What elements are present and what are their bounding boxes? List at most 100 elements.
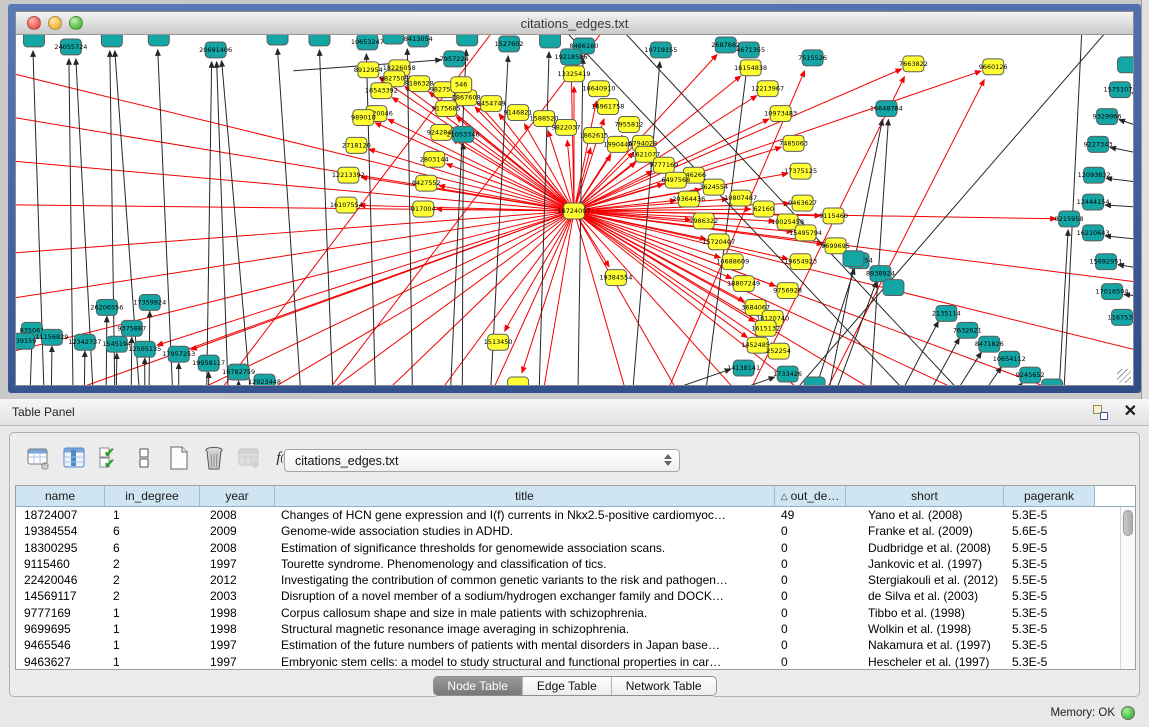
import-table-button-disabled[interactable]: ✕ [236, 445, 262, 471]
table-mode-button[interactable]: ⚙ [26, 445, 52, 471]
column-header-year[interactable]: year [200, 486, 275, 506]
table-row[interactable]: 946554611997Estimation of the future num… [16, 637, 1135, 653]
graph-node[interactable]: 9115460 [819, 208, 848, 224]
graph-node[interactable]: 1513450 [484, 334, 513, 350]
graph-node[interactable]: 1615132 [751, 320, 780, 336]
graph-node[interactable]: 12093832 [1078, 167, 1111, 183]
graph-node[interactable]: 2718120 [342, 137, 371, 153]
graph-node[interactable]: 7515526 [798, 50, 827, 66]
column-header-short[interactable]: short [846, 486, 1004, 506]
graph-node[interactable]: 917004 [411, 201, 436, 217]
window-resize-grip[interactable] [1117, 369, 1131, 383]
graph-node[interactable]: 18640910 [582, 81, 615, 97]
create-column-button[interactable] [166, 445, 192, 471]
table-row[interactable]: 1456911722003Disruption of a novel membe… [16, 588, 1135, 604]
graph-node[interactable]: 14138141 [727, 360, 760, 376]
graph-node[interactable] [540, 35, 561, 48]
graph-node[interactable]: 7485063 [779, 135, 808, 151]
graph-node[interactable]: 1733426 [773, 366, 802, 382]
graph-node[interactable]: 9822037 [552, 120, 581, 136]
graph-node[interactable]: 7986322 [689, 213, 718, 229]
graph-node[interactable]: 12213967 [751, 81, 784, 97]
graph-node[interactable]: 8215958 [1055, 211, 1084, 227]
graph-node[interactable]: 8912954 [354, 62, 383, 78]
graph-node[interactable]: 7957224 [440, 51, 469, 67]
graph-node[interactable]: 9756928 [773, 283, 802, 299]
graph-node[interactable]: 20691406 [199, 42, 232, 58]
graph-node[interactable]: 19384554 [599, 270, 632, 286]
graph-node[interactable]: 8471826 [975, 336, 1004, 352]
graph-node[interactable]: 10719155 [644, 42, 677, 58]
vertical-scrollbar[interactable] [1120, 507, 1135, 669]
graph-node[interactable]: 1527602 [495, 36, 524, 52]
graph-node[interactable]: 13325419 [558, 66, 591, 82]
graph-node[interactable]: 12213392 [332, 167, 365, 183]
graph-node[interactable]: 7955812 [614, 117, 643, 133]
graph-node[interactable]: 15692951 [1090, 254, 1123, 270]
graph-node[interactable]: 10653247 [351, 35, 384, 50]
graph-node[interactable]: 26206556 [90, 299, 123, 315]
graph-node[interactable]: 9375887 [117, 320, 146, 336]
table-row[interactable]: 2242004622012Investigating the contribut… [16, 572, 1135, 588]
graph-node[interactable]: 10654112 [993, 351, 1026, 367]
select-columns-button[interactable]: ✔✔ [96, 445, 122, 471]
network-view-window[interactable]: citations_edges.txt 18724007891295418226… [8, 4, 1141, 393]
graph-node[interactable]: 62160 [753, 201, 774, 217]
graph-node[interactable] [1042, 379, 1063, 385]
graph-node[interactable]: 2135114 [932, 305, 961, 321]
graph-node[interactable]: 8427552 [412, 175, 441, 191]
graph-node[interactable] [23, 35, 44, 47]
graph-node[interactable]: 9245652 [1016, 367, 1045, 383]
row-height-button[interactable] [131, 445, 157, 471]
graph-node[interactable] [804, 377, 825, 385]
close-window-button[interactable] [27, 16, 41, 30]
graph-node[interactable]: 16154838 [734, 60, 767, 76]
graph-node[interactable]: 1545194 [102, 336, 131, 352]
graph-node[interactable] [508, 377, 529, 385]
table-row[interactable]: 911546021997Tourette syndrome. Phenomeno… [16, 556, 1135, 572]
column-header-pagerank[interactable]: pagerank [1004, 486, 1095, 506]
close-panel-icon[interactable]: ✕ [1124, 405, 1137, 419]
graph-node[interactable]: 19958117 [192, 355, 225, 371]
table-row[interactable]: 969969511998Structural magnetic resonanc… [16, 621, 1135, 637]
graph-node[interactable] [457, 35, 478, 46]
graph-node[interactable]: 6497568 [661, 172, 690, 188]
graph-node[interactable]: 1167533 [1108, 309, 1133, 325]
window-titlebar[interactable]: citations_edges.txt [16, 12, 1133, 35]
column-header-title[interactable]: title [275, 486, 775, 506]
tab-network-table[interactable]: Network Table [612, 677, 716, 695]
table-row[interactable]: 1938455462009Genome-wide association stu… [16, 523, 1135, 539]
graph-node[interactable]: 17375125 [784, 163, 817, 179]
graph-node[interactable]: 2687682 [711, 37, 740, 53]
table-row[interactable]: 977716911998Corpus callosum shape and si… [16, 605, 1135, 621]
tab-edge-table[interactable]: Edge Table [523, 677, 612, 695]
graph-node[interactable] [383, 35, 404, 44]
float-panel-icon[interactable] [1093, 405, 1108, 420]
graph-node[interactable] [309, 35, 330, 46]
table-row[interactable]: 1872400712008Changes of HCN gene express… [16, 507, 1135, 523]
graph-node[interactable]: 19654923 [784, 254, 817, 270]
tab-node-table[interactable]: Node Table [433, 677, 523, 695]
graph-node[interactable]: 17016504 [1096, 284, 1129, 300]
column-header-outde[interactable]: △out_de… [775, 486, 846, 506]
table-row[interactable]: 946362711997Embryonic stem cells: a mode… [16, 654, 1135, 670]
graph-node[interactable]: 7632621 [953, 322, 982, 338]
graph-node[interactable] [148, 35, 169, 46]
graph-node[interactable]: 939159 [16, 333, 36, 349]
graph-node[interactable]: 15720407 [702, 234, 735, 250]
graph-node[interactable]: 989010 [351, 110, 376, 126]
graph-node[interactable] [1118, 57, 1133, 73]
graph-node[interactable] [843, 251, 864, 267]
graph-node[interactable]: 16107554 [330, 197, 363, 213]
network-canvas[interactable]: 1872400789129541822605898275091654339281… [16, 35, 1133, 385]
graph-node[interactable]: 16961758 [591, 99, 624, 115]
column-header-name[interactable]: name [16, 486, 105, 506]
table-row[interactable]: 1830029562008Estimation of significance … [16, 540, 1135, 556]
minimize-window-button[interactable] [48, 16, 62, 30]
graph-node[interactable]: 3624554 [699, 179, 728, 195]
column-header-indegree[interactable]: in_degree [105, 486, 200, 506]
graph-node[interactable]: 9463627 [788, 195, 817, 211]
delete-column-button[interactable] [201, 445, 227, 471]
graph-node[interactable]: 24055724 [54, 39, 87, 55]
graph-node[interactable]: 9329966 [1093, 109, 1122, 125]
